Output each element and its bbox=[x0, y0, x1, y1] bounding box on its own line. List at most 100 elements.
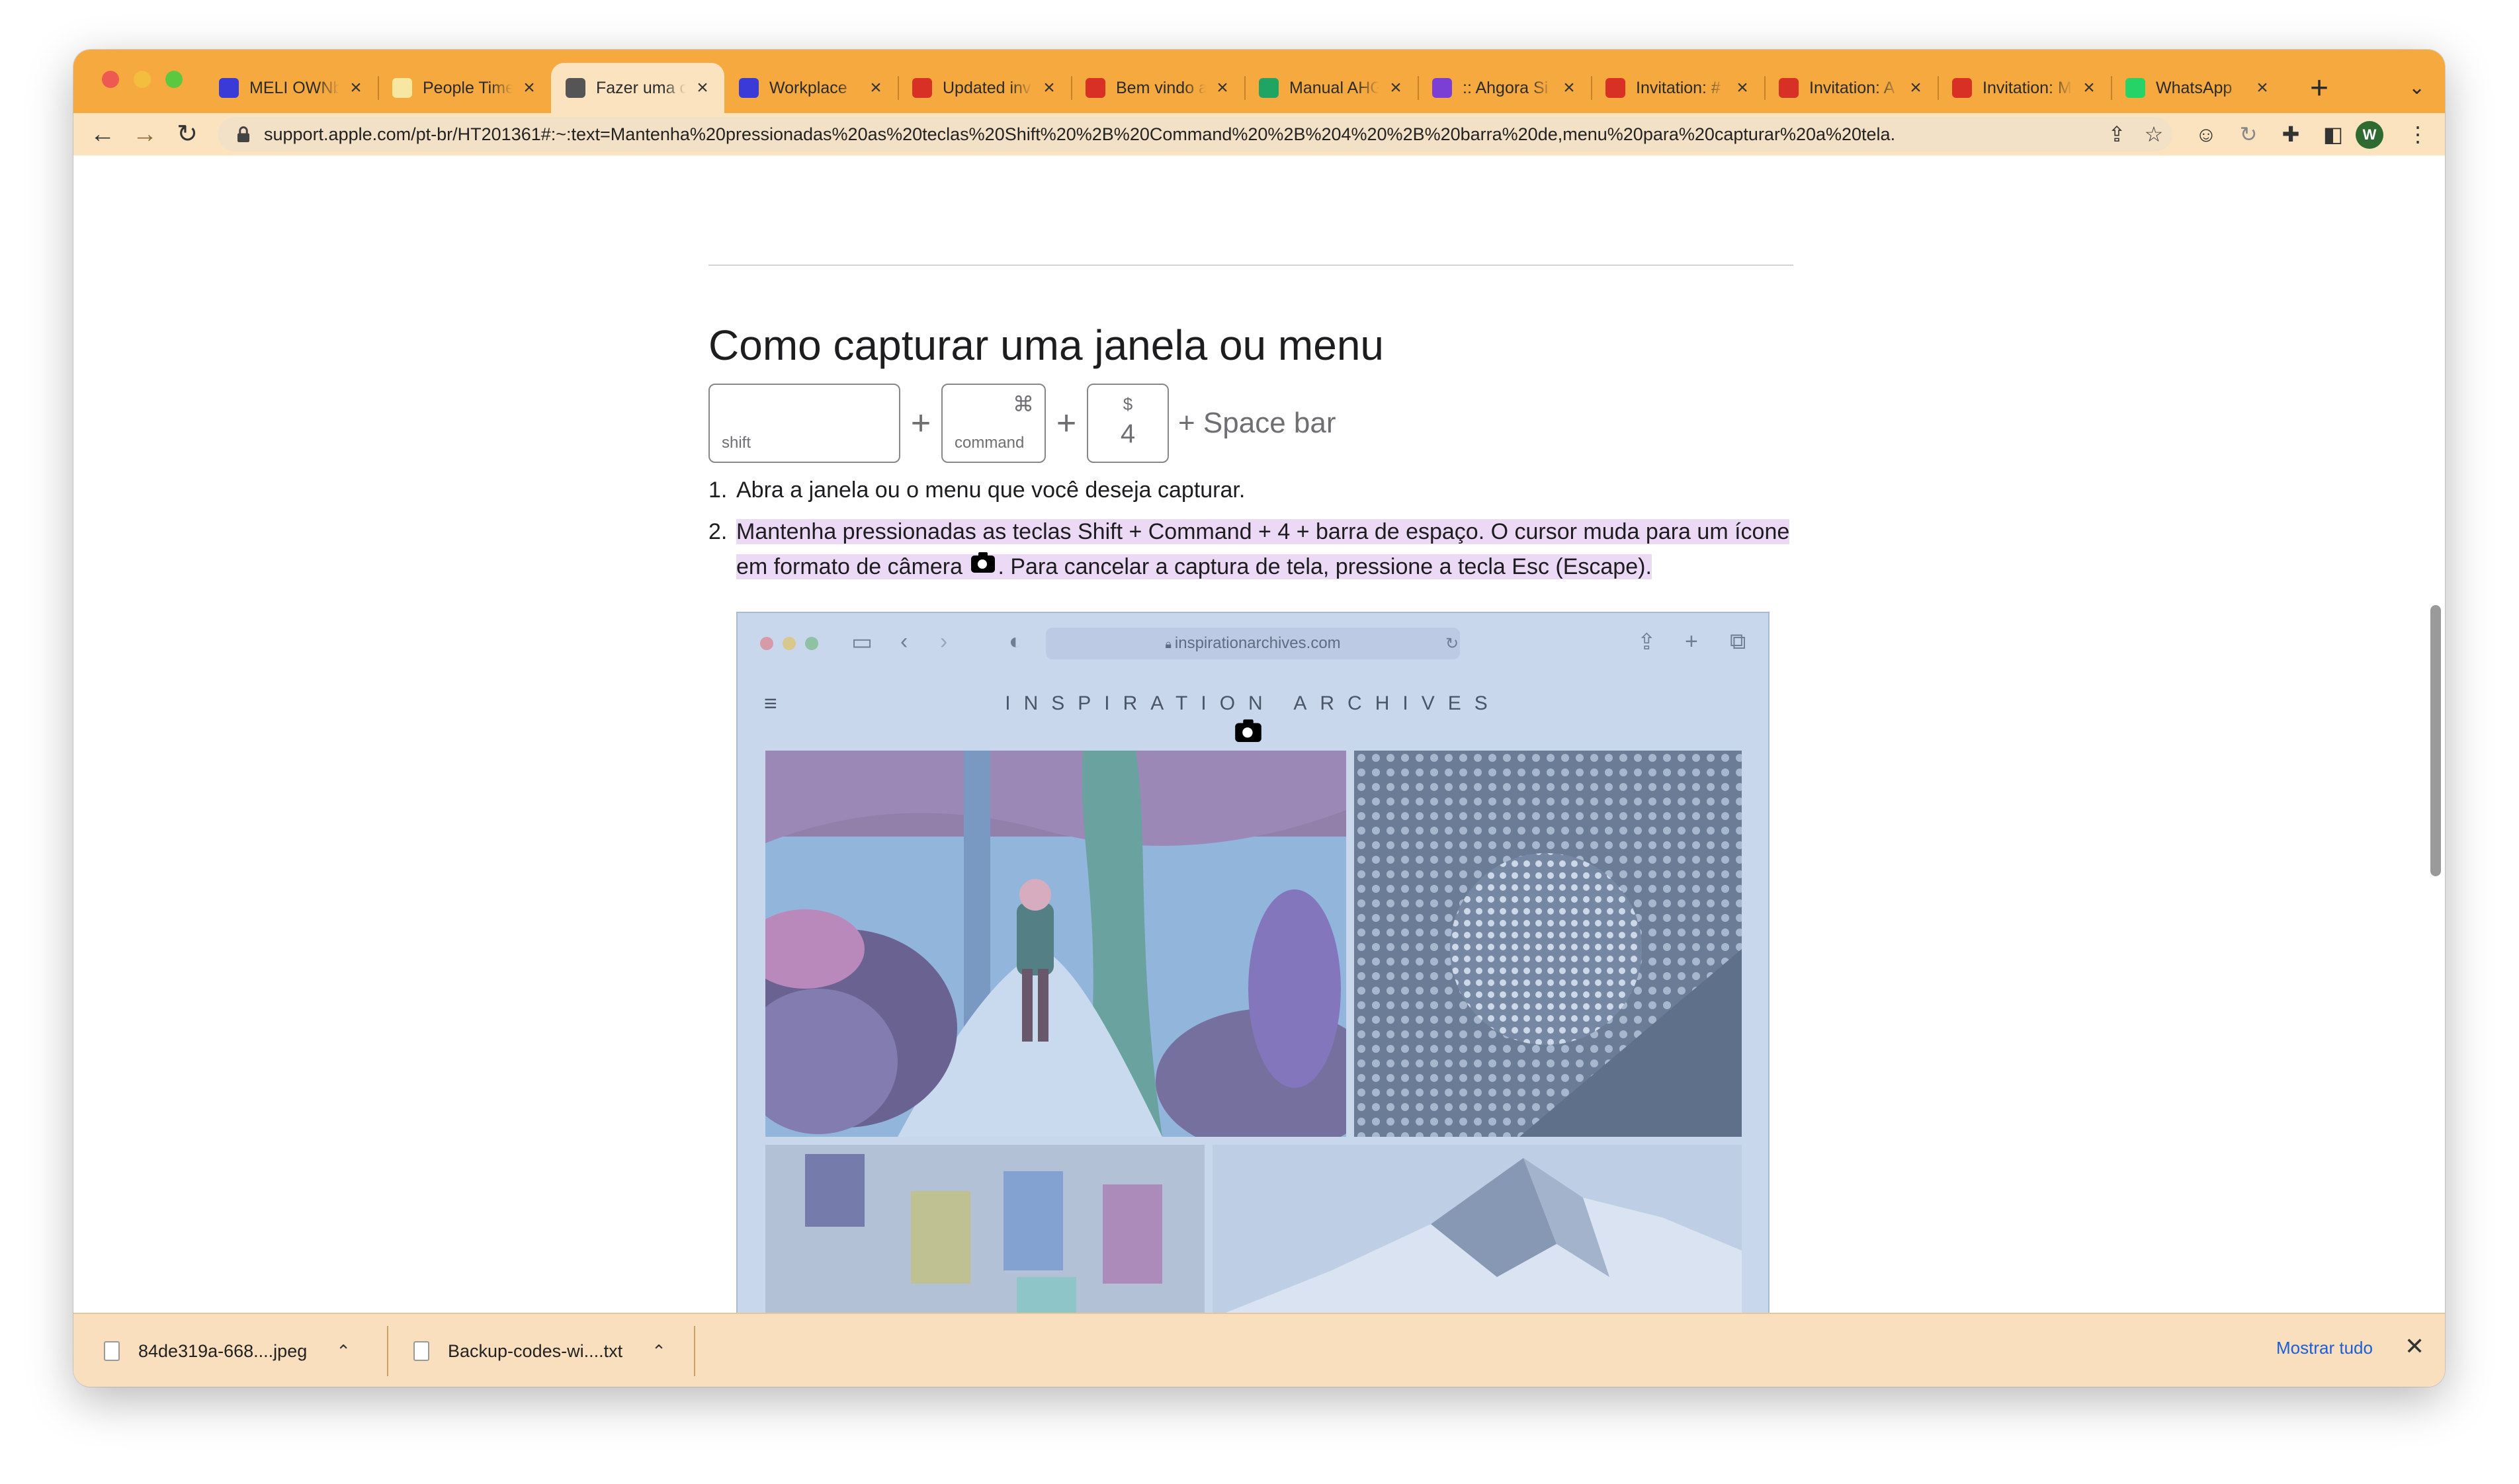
tab-title: Workplace bbox=[769, 78, 847, 97]
share-icon[interactable]: ⇪ bbox=[2098, 122, 2135, 147]
tab-title: MELI OWNb bbox=[249, 78, 339, 97]
reload-button[interactable]: ↻ bbox=[170, 117, 204, 151]
sphere-art-image bbox=[1354, 751, 1742, 1137]
extension-refresh-icon[interactable]: ↻ bbox=[2233, 118, 2264, 150]
at-sign-icon bbox=[219, 78, 239, 98]
reload-icon: ↻ bbox=[1445, 635, 1459, 653]
ahgora-icon bbox=[1432, 78, 1452, 98]
tab-separator bbox=[1938, 76, 1939, 100]
close-tab-icon[interactable]: × bbox=[1213, 77, 1232, 99]
step-number: 1. bbox=[708, 477, 728, 503]
whatsapp-icon bbox=[2125, 78, 2145, 98]
download-item-txt[interactable]: Backup-codes-wi....txt ⌃ bbox=[413, 1314, 666, 1387]
browser-tab[interactable]: People Time × bbox=[378, 63, 551, 113]
tab-title: WhatsApp bbox=[2156, 78, 2233, 97]
back-button[interactable]: ← bbox=[85, 117, 120, 151]
close-window-button[interactable] bbox=[102, 71, 119, 88]
minimize-window-button[interactable] bbox=[134, 71, 151, 88]
profile-avatar[interactable]: W bbox=[2356, 121, 2383, 149]
close-tab-icon[interactable]: × bbox=[2252, 77, 2272, 99]
people-time-icon bbox=[392, 78, 412, 98]
red-dot-icon bbox=[760, 637, 773, 650]
chevron-up-icon[interactable]: ⌃ bbox=[336, 1341, 351, 1362]
download-item-jpeg[interactable]: 84de319a-668....jpeg ⌃ bbox=[104, 1314, 351, 1387]
extension-face-icon[interactable]: ☺ bbox=[2190, 118, 2222, 150]
gmail-icon bbox=[1952, 78, 1972, 98]
step-text: Abra a janela ou o menu que você deseja … bbox=[736, 477, 1246, 503]
browser-tab[interactable]: Updated inv × bbox=[898, 63, 1071, 113]
file-icon bbox=[413, 1341, 429, 1361]
show-all-downloads-link[interactable]: Mostrar tudo bbox=[2276, 1338, 2373, 1358]
zoom-window-button[interactable] bbox=[165, 71, 183, 88]
scrollbar-thumb[interactable] bbox=[2430, 605, 2441, 876]
scrollbar[interactable] bbox=[2426, 155, 2445, 1359]
close-tab-icon[interactable]: × bbox=[1039, 77, 1059, 99]
browser-tab[interactable]: WhatsApp × bbox=[2111, 63, 2284, 113]
google-drive-icon bbox=[1259, 78, 1279, 98]
gmail-icon bbox=[912, 78, 932, 98]
tab-separator bbox=[378, 76, 379, 100]
screenshot-url-field: 🔒︎ inspirationarchives.com bbox=[1046, 628, 1460, 659]
section-heading: Como capturar uma janela ou menu bbox=[708, 321, 1384, 369]
shift-key-label: shift bbox=[722, 434, 751, 452]
tab-title: Fazer uma c bbox=[596, 78, 686, 97]
shield-icon: ◐ bbox=[1009, 629, 1023, 654]
screenshot-url-text: inspirationarchives.com bbox=[1174, 634, 1341, 652]
four-key-label: 4 bbox=[1120, 419, 1136, 448]
tab-separator bbox=[1071, 76, 1072, 100]
side-panel-icon[interactable]: ◧ bbox=[2317, 118, 2349, 150]
camera-cursor-icon bbox=[1232, 719, 1264, 747]
address-bar[interactable]: support.apple.com/pt-br/HT201361#:~:text… bbox=[218, 117, 2172, 151]
new-tab-button[interactable]: + bbox=[2296, 65, 2342, 112]
tab-title: Invitation: A bbox=[1809, 78, 1895, 97]
url-text: support.apple.com/pt-br/HT201361#:~:text… bbox=[264, 124, 1896, 144]
browser-tab[interactable]: Invitation: # × bbox=[1591, 63, 1764, 113]
tabs-overview-icon: ⧉ bbox=[1730, 629, 1746, 654]
tab-title: Manual AHG bbox=[1289, 78, 1379, 97]
browser-tab[interactable]: Invitation: M × bbox=[1938, 63, 2111, 113]
close-tab-icon[interactable]: × bbox=[519, 77, 539, 99]
bookmark-star-icon[interactable]: ☆ bbox=[2135, 122, 2172, 147]
yellow-dot-icon bbox=[783, 637, 796, 650]
close-tab-icon[interactable]: × bbox=[1386, 77, 1406, 99]
browser-chrome: MELI OWNb × People Time × Fazer uma c × Workpl… bbox=[73, 50, 2445, 155]
forward-button[interactable]: → bbox=[128, 117, 162, 151]
extensions-puzzle-icon[interactable]: ✚ bbox=[2275, 118, 2307, 150]
tab-separator bbox=[1418, 76, 1419, 100]
tab-search-chevron-icon[interactable]: ⌄ bbox=[2409, 76, 2425, 99]
web-page: Como capturar uma janela ou menu shift +… bbox=[73, 155, 2445, 1359]
tab-title: Invitation: # bbox=[1636, 78, 1721, 97]
plus-sign: + bbox=[910, 404, 931, 442]
close-tab-icon[interactable]: × bbox=[1906, 77, 1926, 99]
close-downloads-icon[interactable]: ✕ bbox=[2405, 1333, 2424, 1360]
window-controls bbox=[102, 71, 183, 88]
close-tab-icon[interactable]: × bbox=[1732, 77, 1752, 99]
more-menu-icon[interactable]: ⋮ bbox=[2402, 118, 2434, 150]
plus-sign: + bbox=[1056, 404, 1077, 442]
browser-tab[interactable]: :: Ahgora Si × bbox=[1418, 63, 1591, 113]
browser-tab[interactable]: Workplace × bbox=[724, 63, 898, 113]
step-item: 2. Mantenha pressionadas as teclas Shift … bbox=[708, 515, 1793, 585]
plus-icon: + bbox=[1685, 629, 1698, 654]
close-tab-icon[interactable]: × bbox=[866, 77, 886, 99]
green-dot-icon bbox=[805, 637, 818, 650]
browser-tab[interactable]: Bem vindo a × bbox=[1071, 63, 1244, 113]
snowy-mountain-image bbox=[1213, 1145, 1742, 1313]
file-icon bbox=[104, 1341, 120, 1361]
close-tab-icon[interactable]: × bbox=[693, 77, 712, 99]
share-icon: ⇪ bbox=[1637, 630, 1656, 655]
close-tab-icon[interactable]: × bbox=[1559, 77, 1579, 99]
camera-icon bbox=[971, 552, 996, 573]
browser-tab[interactable]: Invitation: A × bbox=[1764, 63, 1938, 113]
shift-key: shift bbox=[708, 384, 900, 463]
toolbar: ← → ↻ support.apple.com/pt-br/HT201361#:… bbox=[73, 113, 2445, 155]
steps-list: 1. Abra a janela ou o menu que você desej… bbox=[708, 473, 1793, 585]
browser-tab[interactable]: Fazer uma c × bbox=[551, 63, 724, 113]
close-tab-icon[interactable]: × bbox=[346, 77, 366, 99]
browser-tab[interactable]: Manual AHG × bbox=[1244, 63, 1418, 113]
command-symbol-icon: ⌘ bbox=[1013, 392, 1034, 416]
browser-tab[interactable]: MELI OWNb × bbox=[204, 63, 378, 113]
chevron-up-icon[interactable]: ⌃ bbox=[652, 1341, 666, 1362]
close-tab-icon[interactable]: × bbox=[2079, 77, 2099, 99]
tab-title: People Time bbox=[423, 78, 513, 97]
